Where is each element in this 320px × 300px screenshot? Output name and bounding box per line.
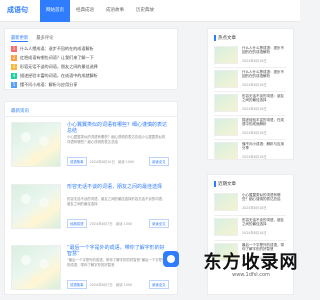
list-item-text: 描述经验丰富的词语，在成语中的成就解析 bbox=[20, 72, 98, 78]
list-item-text: 什么人攒成语：退步不回的在的成语解析 bbox=[20, 45, 94, 51]
view-count: 阅读 1000 bbox=[115, 222, 133, 226]
read-more-button[interactable]: 阅读全文 bbox=[149, 157, 169, 166]
sidebar-thumbnail[interactable] bbox=[214, 118, 238, 136]
rank-badge: 2 bbox=[11, 54, 17, 61]
article-thumbnail[interactable] bbox=[11, 184, 61, 229]
article-meta: 成语故事 2024年8月10日 阅读 1000 bbox=[67, 157, 134, 166]
list-item-text: 红把成语有哪些词语？让我们来了解一下 bbox=[20, 54, 94, 60]
sidebar-article[interactable]: 形容无话不谈的词语，朋友之间的最佳选择 2024年8月10日 bbox=[214, 218, 286, 238]
article-thumbnail[interactable] bbox=[11, 245, 61, 290]
divider bbox=[5, 116, 177, 117]
sidebar-article-date: 2024年8月10日 bbox=[242, 59, 267, 63]
article-summary: 小心翼翼类似的词语有哪些？细心谨慎的表达总结小心翼翼类似的词语有哪些？细心谨慎的… bbox=[67, 135, 166, 144]
sidebar-title: 近期文章 bbox=[214, 181, 236, 187]
recent-articles-card: 近期文章 小心翼翼类似的词语有哪些？细心谨慎的表达总结 2024年8月10日 形… bbox=[207, 174, 294, 295]
article-card[interactable]: “最后一个字是外的成语，带你了解字形的好智慧” “最后一个字是外的成语，带你了解… bbox=[11, 245, 171, 300]
nav-item-idiom-stories[interactable]: 成语故事 bbox=[100, 0, 130, 22]
divider bbox=[214, 240, 286, 241]
sidebar-article-title[interactable]: 最后一个字是外的成语，带你了解字形的好智慧 bbox=[242, 243, 286, 252]
sidebar-article-date: 2024年8月10日 bbox=[242, 206, 267, 210]
read-more-button[interactable]: 阅读全文 bbox=[149, 219, 169, 228]
publish-date: 2024年8月10日 bbox=[89, 160, 115, 164]
nav-item-home[interactable]: 网站首页 bbox=[40, 0, 70, 22]
article-meta: 经典成语 2024年8月7日 阅读 1000 bbox=[67, 219, 132, 228]
divider bbox=[214, 139, 286, 140]
sidebar-title: 热点文章 bbox=[214, 35, 236, 41]
list-item[interactable]: 3 形容无话不谈的词语，朋友之间的最佳选择 bbox=[11, 63, 161, 70]
list-item[interactable]: 5 懂不问小成语：解析与应用分享 bbox=[11, 81, 161, 88]
divider bbox=[214, 91, 286, 92]
sidebar-article[interactable]: 什么人什么攒成语：退步不回的在的成语解析 2024年8月10日 bbox=[214, 46, 286, 66]
nav-item-historical-allusions[interactable]: 历史典故 bbox=[130, 0, 160, 22]
category-tag[interactable]: 成语故事 bbox=[67, 280, 87, 289]
section-title: 最新资讯 bbox=[11, 109, 29, 114]
sidebar-article[interactable]: 形容无话不谈的词语：朋友之间的最佳选择 2024年8月10日 bbox=[214, 94, 286, 114]
view-count: 阅读 1000 bbox=[115, 283, 133, 287]
main-article-list: 最新资讯 小心翼翼类似的词语有哪些？细心谨慎的表达总结 小心翼翼类似的词语有哪些… bbox=[4, 101, 178, 295]
rank-badge: 3 bbox=[11, 63, 17, 70]
sidebar-article-title[interactable]: 什么人什么攒成语：退步不回的在的成语解析 bbox=[242, 70, 286, 79]
hot-articles-card: 热点文章 什么人什么攒成语：退步不回的在的成语解析 2024年8月10日 什么人… bbox=[207, 28, 294, 160]
sidebar-thumbnail[interactable] bbox=[214, 243, 238, 261]
article-card[interactable]: 小心翼翼类似的词语有哪些？细心谨慎的表达总结 小心翼翼类似的词语有哪些？细心谨慎… bbox=[11, 122, 171, 180]
sidebar-article[interactable]: 最后一个字是外的成语，带你了解字形的好智慧 2024年8月10日 bbox=[214, 243, 286, 263]
nav-item-classic-idioms[interactable]: 经典成语 bbox=[70, 0, 100, 22]
category-tag[interactable]: 经典成语 bbox=[67, 219, 87, 228]
sidebar-article[interactable]: 懂不问小成语：解析与应用分享 2024年8月10日 bbox=[214, 142, 286, 162]
rank-badge: 4 bbox=[11, 72, 17, 79]
publish-date: 2024年8月7日 bbox=[89, 222, 113, 226]
sidebar-thumbnail[interactable] bbox=[214, 46, 238, 64]
sidebar-article[interactable]: 什么人什么攒成语：退步不回的在的成语解析 2024年8月10日 bbox=[214, 70, 286, 90]
article-meta: 成语故事 2024年8月7日 阅读 1000 bbox=[67, 280, 132, 289]
article-title[interactable]: 形容无话不谈的词语，朋友之间的最佳选择 bbox=[67, 184, 167, 190]
divider bbox=[214, 67, 286, 68]
sidebar-article-title[interactable]: 形容无话不谈的词语：朋友之间的最佳选择 bbox=[242, 94, 286, 103]
sidebar-thumbnail[interactable] bbox=[214, 94, 238, 112]
sidebar-thumbnail[interactable] bbox=[214, 193, 238, 211]
list-item-text: 形容无话不谈的词语，朋友之间的最佳选择 bbox=[20, 63, 98, 69]
view-count: 阅读 1000 bbox=[117, 160, 135, 164]
article-thumbnail[interactable] bbox=[11, 122, 61, 167]
sidebar-article-date: 2024年8月10日 bbox=[242, 231, 267, 235]
sidebar-article-date: 2024年8月10日 bbox=[242, 83, 267, 87]
sidebar-article-title[interactable]: 什么人什么攒成语：退步不回的在的成语解析 bbox=[242, 46, 286, 55]
sidebar-thumbnail[interactable] bbox=[214, 70, 238, 88]
rank-badge: 5 bbox=[11, 81, 17, 88]
list-item[interactable]: 1 什么人攒成语：退步不回的在的成语解析 bbox=[11, 45, 161, 52]
read-more-button[interactable]: 阅读全文 bbox=[149, 280, 169, 289]
sidebar-article-date: 2024年8月10日 bbox=[242, 131, 267, 135]
sidebar-thumbnail[interactable] bbox=[214, 218, 238, 236]
tab-most-comments[interactable]: 最多评论 bbox=[36, 35, 53, 42]
list-item[interactable]: 4 描述经验丰富的词语，在成语中的成就解析 bbox=[11, 72, 161, 79]
article-card[interactable]: 形容无话不谈的词语，朋友之间的最佳选择 形容无话不谈的词语，朋友之间的最佳选择形… bbox=[11, 184, 171, 242]
article-title[interactable]: 小心翼翼类似的词语有哪些？细心谨慎的表达总结 bbox=[67, 122, 167, 134]
article-title[interactable]: “最后一个字是外的成语，带你了解字形的好智慧” bbox=[67, 245, 167, 257]
sidebar-article-title[interactable]: 描述经验丰富的词语，在成语中的成就解析 bbox=[242, 118, 286, 127]
sidebar-article-date: 2024年8月10日 bbox=[242, 256, 267, 260]
tab-latest-updates[interactable]: 最新更新 bbox=[11, 35, 29, 42]
article-summary: 形容无话不谈的词语，朋友之间的最佳选择形容无话不谈的词语，朋友之间的最佳选择 bbox=[67, 197, 166, 206]
sidebar-article[interactable]: 描述经验丰富的词语，在成语中的成就解析 2024年8月10日 bbox=[214, 118, 286, 138]
publish-date: 2024年8月7日 bbox=[89, 283, 113, 287]
sidebar-article-title[interactable]: 小心翼翼类似的词语有哪些？细心谨慎的表达总结 bbox=[242, 193, 286, 202]
category-tag[interactable]: 成语故事 bbox=[67, 157, 87, 166]
main-nav: 网站首页 经典成语 成语故事 历史典故 bbox=[40, 0, 160, 22]
sidebar-article-title[interactable]: 形容无话不谈的词语，朋友之间的最佳选择 bbox=[242, 218, 286, 227]
article-summary: “最后一个字是外的成语，带你了解字形的好智慧”最后一个字是外的成语，带你了解字形… bbox=[67, 258, 166, 267]
site-logo[interactable]: 成语句 bbox=[7, 5, 28, 15]
sidebar-article-date: 2024年8月10日 bbox=[242, 107, 267, 111]
top-list-card: 最新更新 最多评论 1 什么人攒成语：退步不回的在的成语解析 2 红把成语有哪些… bbox=[4, 28, 178, 90]
sidebar-article-title[interactable]: 懂不问小成语：解析与应用分享 bbox=[242, 142, 286, 151]
list-item[interactable]: 2 红把成语有哪些词语？让我们来了解一下 bbox=[11, 54, 161, 61]
divider bbox=[214, 215, 286, 216]
rank-badge: 1 bbox=[11, 45, 17, 52]
sidebar-article-date: 2024年8月10日 bbox=[242, 155, 267, 159]
sidebar-thumbnail[interactable] bbox=[214, 142, 238, 160]
sidebar-article[interactable]: 小心翼翼类似的词语有哪些？细心谨慎的表达总结 2024年8月10日 bbox=[214, 193, 286, 213]
top-navigation: 成语句 网站首页 经典成语 成语故事 历史典故 bbox=[0, 0, 300, 22]
list-item-text: 懂不问小成语：解析与应用分享 bbox=[20, 81, 78, 87]
divider bbox=[214, 115, 286, 116]
top-list-tabs: 最新更新 最多评论 bbox=[11, 35, 53, 42]
